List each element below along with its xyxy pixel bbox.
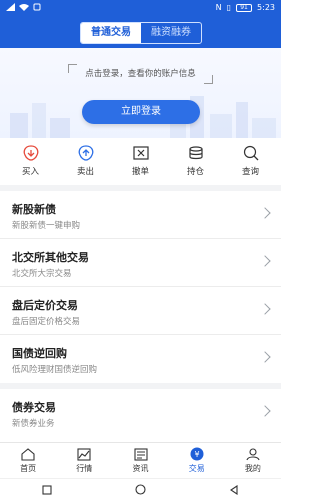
list-item-bse-other[interactable]: 北交所其他交易 北交所大宗交易 <box>0 239 281 287</box>
trade-icon: ¥ <box>189 447 205 461</box>
tab-label: 交易 <box>188 464 205 473</box>
home-button[interactable] <box>131 484 149 496</box>
list-item-subtitle: 北交所大宗交易 <box>12 269 72 279</box>
quick-actions: 买入 卖出 撤单 持仓 查询 <box>0 140 281 185</box>
app-header: N ▯ 91 5:23 普通交易 融资融券 <box>0 0 281 48</box>
vibrate-icon: ▯ <box>226 3 232 12</box>
quick-buy[interactable]: 买入 <box>4 140 57 185</box>
trade-mode-segment: 普通交易 融资融券 <box>80 22 202 44</box>
search-icon <box>240 144 262 162</box>
wifi-icon <box>19 4 29 11</box>
chevron-right-icon <box>259 303 271 315</box>
tab-label: 首页 <box>20 464 37 473</box>
list-item-subtitle: 低风险理财国债逆回购 <box>12 365 98 375</box>
quick-holdings[interactable]: 持仓 <box>169 140 222 185</box>
holdings-icon <box>185 144 207 162</box>
tab-market[interactable]: 行情 <box>56 443 112 478</box>
notification-icon <box>33 3 41 11</box>
login-hint: 点击登录，查看你的账户信息 <box>68 64 213 84</box>
status-bar: N ▯ 91 5:23 <box>0 0 281 16</box>
quick-search-label: 查询 <box>241 167 259 177</box>
tab-margin-trade[interactable]: 融资融券 <box>141 23 201 43</box>
quick-sell-label: 卖出 <box>76 167 94 177</box>
quick-cancel-order[interactable]: 撤单 <box>114 140 167 185</box>
cancel-order-icon <box>130 144 152 162</box>
list-item-title: 国债逆回购 <box>12 347 67 360</box>
chevron-right-icon <box>259 405 271 417</box>
list-item-subtitle: 新债券业务 <box>12 419 55 429</box>
quick-cancel-order-label: 撤单 <box>131 167 149 177</box>
sell-icon <box>75 144 97 162</box>
tab-normal-trade[interactable]: 普通交易 <box>81 23 141 43</box>
chevron-right-icon <box>259 207 271 219</box>
chevron-right-icon <box>259 351 271 363</box>
list-item-title: 盘后定价交易 <box>12 299 78 312</box>
battery-icon: 91 <box>236 3 253 12</box>
tab-news[interactable]: 资讯 <box>112 443 168 478</box>
system-nav-bar <box>0 478 281 500</box>
news-icon <box>133 447 149 461</box>
list-item-reverse-repo[interactable]: 国债逆回购 低风险理财国债逆回购 <box>0 335 281 383</box>
tab-trade[interactable]: ¥ 交易 <box>169 443 225 478</box>
market-icon <box>76 447 92 461</box>
bottom-tab-bar: 首页 行情 资讯 ¥ 交易 我的 <box>0 442 281 478</box>
login-banner: 点击登录，查看你的账户信息 立即登录 <box>0 48 281 138</box>
buy-icon <box>20 144 42 162</box>
tab-profile[interactable]: 我的 <box>225 443 281 478</box>
chevron-right-icon <box>259 255 271 267</box>
list-item-title: 新股新债 <box>12 203 56 216</box>
quick-holdings-label: 持仓 <box>186 167 204 177</box>
tab-label: 行情 <box>76 464 93 473</box>
trade-menu-list: 新股新债 新股新债一键申购 北交所其他交易 北交所大宗交易 盘后定价交易 盘后固… <box>0 191 281 383</box>
signal-icon <box>6 3 15 11</box>
tab-label: 资讯 <box>132 464 149 473</box>
back-button[interactable] <box>225 484 243 496</box>
list-item-title: 债券交易 <box>12 401 56 414</box>
login-button[interactable]: 立即登录 <box>82 100 200 124</box>
home-icon <box>20 447 36 461</box>
nfc-icon: N <box>215 3 222 12</box>
tab-home[interactable]: 首页 <box>0 443 56 478</box>
quick-sell[interactable]: 卖出 <box>59 140 112 185</box>
list-item-title: 北交所其他交易 <box>12 251 89 264</box>
profile-icon <box>245 447 261 461</box>
tab-label: 我的 <box>244 464 261 473</box>
recents-button[interactable] <box>38 484 56 496</box>
quick-search[interactable]: 查询 <box>224 140 277 185</box>
list-item-subtitle: 盘后固定价格交易 <box>12 317 81 327</box>
status-time: 5:23 <box>257 3 275 12</box>
svg-text:¥: ¥ <box>194 450 199 459</box>
bond-menu-list: 债券交易 新债券业务 <box>0 389 281 437</box>
list-item-subtitle: 新股新债一键申购 <box>12 221 81 231</box>
list-item-bond-trade[interactable]: 债券交易 新债券业务 <box>0 389 281 437</box>
quick-buy-label: 买入 <box>21 167 39 177</box>
list-item-ipo[interactable]: 新股新债 新股新债一键申购 <box>0 191 281 239</box>
list-item-after-hours[interactable]: 盘后定价交易 盘后固定价格交易 <box>0 287 281 335</box>
